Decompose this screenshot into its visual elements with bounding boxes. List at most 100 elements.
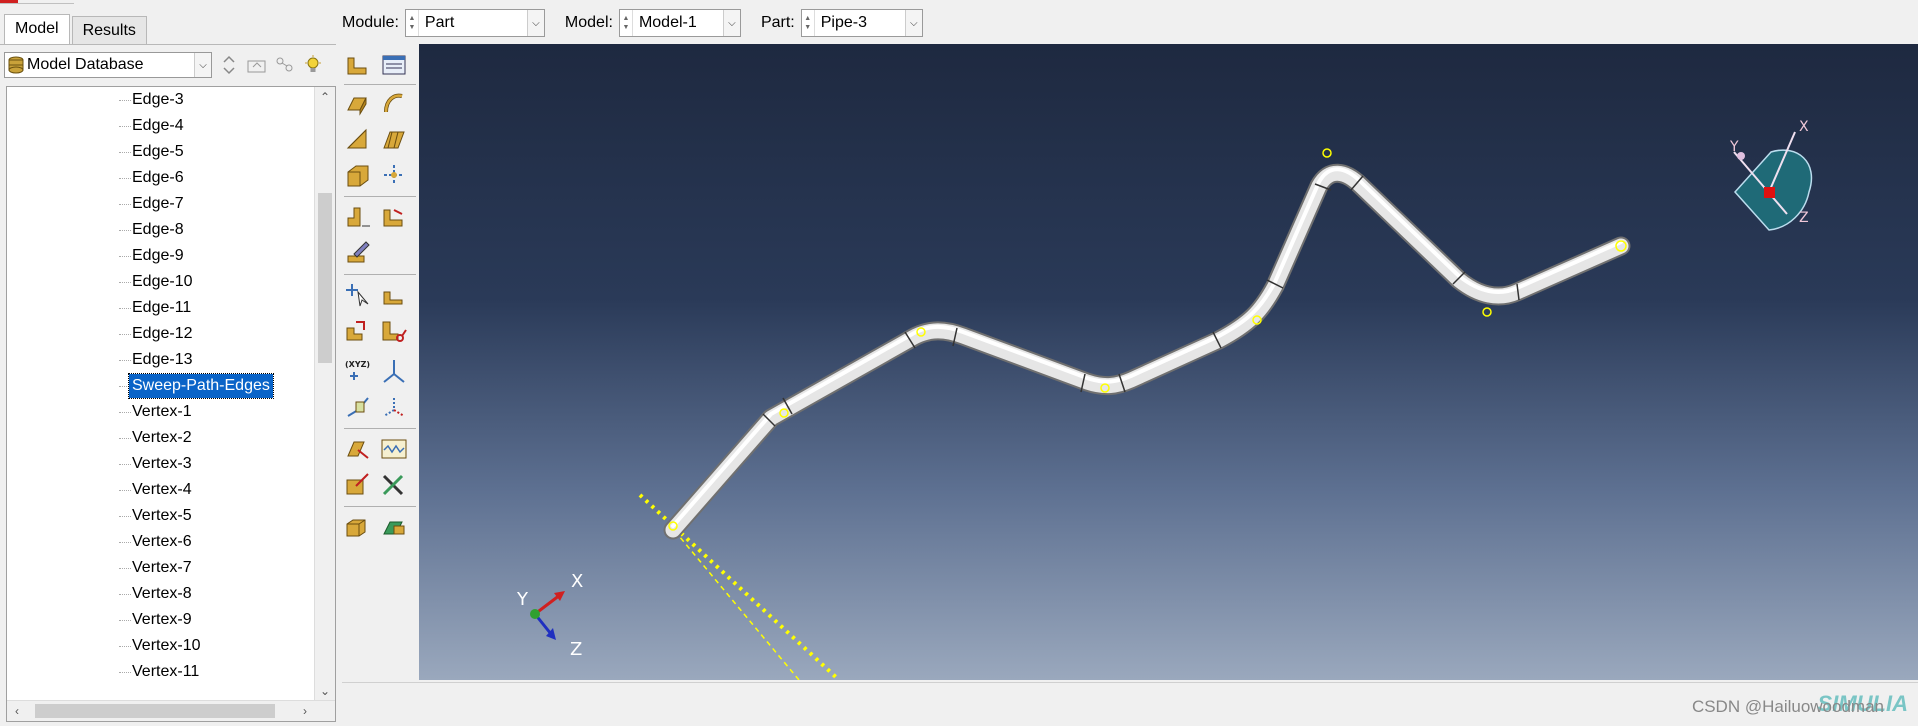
scroll-thumb[interactable] [318,193,332,363]
y-axis-point [530,609,540,619]
chevron-down-icon[interactable]: ⌵ [722,10,740,36]
tree-item-label: Edge-12 [132,325,193,342]
tree-item-label: Edge-10 [132,273,193,290]
construction-line [668,523,800,680]
feature-manager-icon[interactable] [342,512,374,542]
pipe-section-edges [762,175,1520,427]
query-icon[interactable] [342,434,374,464]
datum-csys-icon[interactable] [342,392,374,422]
part-select[interactable]: ▲ ▼ Pipe-3 ⌵ [800,9,923,37]
cut-extrude-icon[interactable] [378,202,410,232]
vertex-markers [668,148,1627,531]
tree-up-level-icon[interactable] [246,54,268,76]
model-database-select[interactable]: Model Database ⌵ [4,52,212,78]
model-value: Model-1 [638,14,697,31]
tree-filter-icon[interactable] [274,54,296,76]
tree-item-label: Vertex-1 [132,403,192,420]
tree-item-label: Edge-6 [132,169,184,186]
view-cube-z-label: Z [1799,210,1809,226]
lightbulb-icon[interactable] [302,54,324,76]
tree-item-label: Vertex-11 [132,663,200,680]
toolbox-separator [344,274,416,275]
tree-item-label: Vertex-3 [132,455,192,472]
wire-feature-icon[interactable] [378,160,410,190]
partition-edge-icon[interactable] [342,280,374,310]
scroll-left-icon[interactable]: ‹ [7,701,27,721]
chevron-down-icon[interactable]: ⌵ [526,10,544,36]
tree-vertical-scrollbar[interactable]: ⌃ ⌄ [314,87,335,701]
pipe-body[interactable] [665,165,1629,538]
module-value: Part [424,14,455,31]
tree-item-label: Edge-5 [132,143,184,160]
model-label: Model: [564,14,613,31]
module-select[interactable]: ▲ ▼ Part ⌵ [404,9,545,37]
tree-item-label: Sweep-Path-Edges [128,373,274,399]
viewport-canvas: X Y Z X Y Z [516,119,1813,680]
scroll-right-icon[interactable]: › [295,701,315,721]
part-manager-icon[interactable] [378,50,410,80]
spin-icon[interactable]: ▲ ▼ [620,10,633,36]
view-cube-triad[interactable]: X Y Z [1729,119,1813,231]
tree-item-label: Edge-11 [132,299,192,316]
tree-item-label: Vertex-6 [132,533,192,550]
tree-item-label: Edge-8 [132,221,184,238]
module-label: Module: [342,14,399,31]
tree-tabs: Model Results [4,14,149,45]
tree-horizontal-scrollbar[interactable]: ‹ › [7,700,335,721]
spin-icon[interactable]: ▲ ▼ [802,10,815,36]
cut-tool-icon[interactable] [378,316,410,346]
scroll-down-icon[interactable]: ⌄ [315,681,335,701]
tree-item-label: Edge-4 [132,117,184,134]
repair-tools-icon[interactable] [378,470,410,500]
tree-item-label: Vertex-8 [132,585,192,602]
chevron-down-icon[interactable]: ⌵ [904,10,922,36]
graphics-viewport[interactable]: X Y Z X Y Z [419,44,1918,680]
triad-z-label: Z [570,639,582,660]
datum-plane-icon[interactable] [378,280,410,310]
scroll-thumb[interactable] [35,704,275,718]
triad-x-label: X [571,571,583,592]
solid-sweep-icon[interactable] [342,160,374,190]
round-fillet-icon[interactable] [342,202,374,232]
scroll-up-icon[interactable]: ⌃ [315,87,335,107]
chevron-down-icon[interactable]: ⌵ [194,53,211,77]
shell-extrude-icon[interactable] [378,124,410,154]
datum-axis-icon[interactable] [378,356,410,386]
tree-item-label: Vertex-5 [132,507,192,524]
edit-feature-icon[interactable] [342,470,374,500]
sketch-edit-icon[interactable] [342,238,374,268]
toolbox-separator [344,428,416,429]
solid-extrude-icon[interactable] [342,88,374,118]
tab-model[interactable]: Model [4,14,70,45]
model-tree[interactable]: Edge-3 Edge-4 Edge-5 Edge-6 Edge-7 Edge-… [6,86,336,722]
database-icon [5,56,27,74]
expand-collapse-icon[interactable] [218,54,240,76]
tab-results[interactable]: Results [71,16,147,45]
svg-text:(XYZ): (XYZ) [345,360,370,369]
create-part-icon[interactable] [342,50,374,80]
tree-item-label: Edge-3 [132,91,184,108]
shell-planar-icon[interactable] [342,124,374,154]
watermark-text: CSDN @Hailuowoodman [1691,697,1884,716]
global-axis-triad: X Y Z [516,571,583,660]
model-database-label: Model Database [27,56,144,73]
export-icon[interactable] [378,512,410,542]
model-select[interactable]: ▲ ▼ Model-1 ⌵ [618,9,741,37]
merge-tool-icon[interactable] [342,316,374,346]
toolbox-separator [344,84,416,85]
solid-revolve-icon[interactable] [378,88,410,118]
tree-item-label: Edge-9 [132,247,184,264]
reference-point-icon[interactable] [378,392,410,422]
tree-item-label: Edge-7 [132,195,184,212]
view-cube-y-label: Y [1729,139,1739,155]
tab-divider [0,44,336,45]
tree-item-label: Vertex-2 [132,429,192,446]
datum-point-icon[interactable]: (XYZ) [342,356,374,386]
tree-item-label: Vertex-7 [132,559,192,576]
wire-path-icon[interactable] [378,434,410,464]
tree-item-label: Edge-13 [132,351,193,368]
pipe-outline [663,163,1631,540]
tree-item-label: Vertex-4 [132,481,192,498]
tree-item-label: Vertex-10 [132,637,201,654]
spin-icon[interactable]: ▲ ▼ [406,10,419,36]
